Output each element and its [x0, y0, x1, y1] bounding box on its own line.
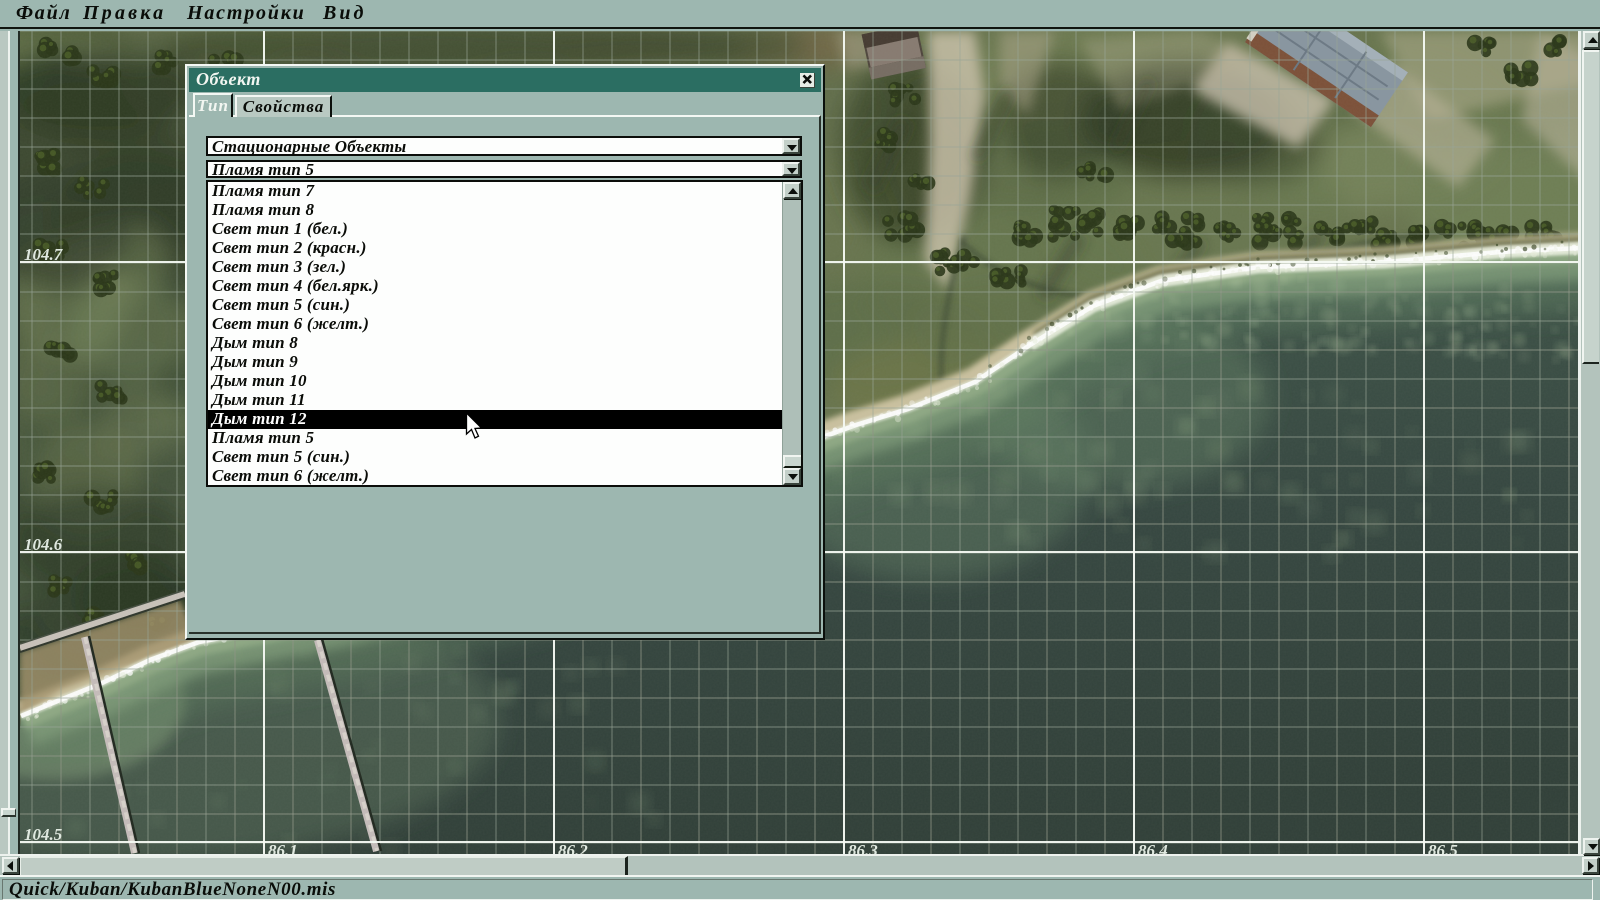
svg-text:104.7: 104.7	[24, 245, 64, 264]
svg-text:86.4: 86.4	[1138, 841, 1168, 854]
svg-text:86.5: 86.5	[1428, 841, 1458, 854]
svg-text:104.5: 104.5	[24, 825, 63, 844]
svg-text:86.3: 86.3	[848, 841, 878, 854]
svg-text:86.1: 86.1	[268, 841, 298, 854]
svg-text:86.2: 86.2	[558, 841, 588, 854]
svg-text:104.6: 104.6	[24, 535, 63, 554]
